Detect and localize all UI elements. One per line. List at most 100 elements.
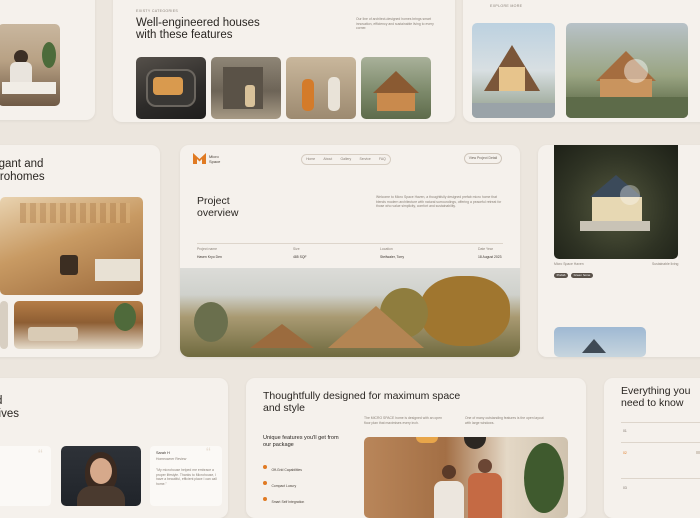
feature-item: Smart Self Integration [263, 490, 304, 508]
cabin-render-image[interactable] [554, 145, 678, 259]
nav-home[interactable]: Home [306, 157, 315, 162]
woman-with-plans-image [0, 24, 60, 106]
feature-label: Compact Luxury [271, 484, 297, 488]
person-body [468, 473, 502, 518]
meta-size: Size 485 SQF [293, 247, 307, 259]
portrait-face [90, 458, 112, 484]
workers-image[interactable] [286, 57, 356, 119]
meta-label: Date Year [478, 247, 493, 251]
card-microhomes: Elegant and Microhomes [0, 145, 160, 357]
brand-name: Micro Space [209, 154, 221, 165]
meta-value: Steifwaler, Torry [380, 254, 405, 259]
feature-label: Smart Self Integration [271, 500, 305, 504]
faq-item-number[interactable]: 03 [623, 486, 627, 490]
wooden-cabin-image[interactable] [361, 57, 431, 119]
blueprint-sheet [2, 82, 56, 94]
microhomes-heading: Elegant and Microhomes [0, 158, 45, 183]
meta-value: 18 August 2023 [478, 254, 502, 259]
faq-divider [621, 478, 700, 479]
tree-right [420, 276, 510, 346]
meta-project-name: Project name Haven Kryo Den [197, 247, 222, 259]
feature-dot-icon [263, 496, 267, 501]
nav-about[interactable]: About [323, 157, 332, 162]
section-blurb: Our line of architect-designed homes bri… [356, 17, 434, 31]
a-frame-house-image[interactable] [472, 23, 555, 118]
features-title: Unique features you'll get from our pack… [263, 435, 339, 448]
render-caption-left: Micro Space Haven [554, 262, 584, 266]
section-eyebrow: EXISTY CATEGORIES [136, 9, 179, 13]
card-cabin-render: Micro Space Haven Sustainable living Pre… [538, 145, 700, 357]
top-nav: Home About Gallery Service FAQ [301, 154, 391, 165]
logo-mark-icon [193, 153, 206, 164]
faq-divider [621, 442, 700, 443]
meta-location: Location Steifwaler, Torry [380, 247, 404, 259]
quote-mark-icon: “ [38, 446, 43, 462]
plant [524, 443, 564, 513]
meta-label: Project name [197, 247, 217, 251]
cabin-roof-right [328, 306, 424, 348]
aframe-sky-image[interactable] [554, 327, 646, 357]
lives-heading-line1: d [0, 395, 2, 407]
person-body [10, 62, 32, 84]
quote-card-left: “ [0, 446, 51, 506]
nav-gallery[interactable]: Gallery [341, 157, 352, 162]
reviewer-portrait [61, 446, 141, 506]
person-head [442, 465, 456, 479]
pod-house-image[interactable] [136, 57, 206, 119]
interior-people-image[interactable] [364, 437, 568, 518]
card-features: EXISTY CATEGORIES Well-engineered houses… [113, 0, 455, 122]
building-site-image[interactable] [211, 57, 281, 119]
feature-dot-icon [263, 464, 267, 469]
feature-label: Off-Grid Capabilities [271, 468, 302, 472]
faq-answer-preview [696, 451, 700, 454]
section-heading: Well-engineered houses with these featur… [136, 17, 260, 41]
card-lifestyle [0, 0, 95, 120]
cabin-in-forest-image[interactable] [566, 23, 688, 118]
portrait-shoulders [77, 486, 125, 506]
review-card: Sarah H Homeowner Review "My microhouse … [150, 444, 222, 506]
interior-dining-image[interactable] [0, 301, 8, 349]
plant [42, 42, 56, 68]
meta-value: Haven Kryo Den [197, 254, 222, 259]
meta-label: Size [293, 247, 300, 251]
faq-divider [621, 422, 700, 423]
card-faq: Everything you need to know 01 02 03 [604, 378, 700, 518]
meta-date: Date Year 18 August 2023 [478, 247, 502, 259]
meta-divider [197, 243, 503, 244]
project-title: Project overview [197, 195, 239, 219]
lives-heading-line2: lives [0, 408, 20, 420]
design-intro: The MICRO SPACE home is designed with an… [364, 416, 442, 425]
explore-eyebrow: EXPLORE MORE [490, 4, 523, 8]
living-room-image[interactable] [14, 301, 143, 349]
cabin-roof-left [250, 324, 314, 348]
project-intro: Welcome to Micro Space Haven, a thoughtf… [376, 195, 502, 209]
card-design: Thoughtfully designed for maximum space … [246, 378, 586, 518]
person-head [478, 459, 492, 473]
card-explore: EXPLORE MORE [463, 0, 700, 122]
nav-faq[interactable]: FAQ [379, 157, 386, 162]
reviewer-name: Sarah H [156, 451, 170, 455]
brand-logo[interactable] [193, 152, 206, 165]
interior-kitchen-image[interactable] [0, 197, 143, 295]
nav-service[interactable]: Service [359, 157, 370, 162]
meta-value: 485 SQF [293, 254, 307, 259]
tree-left [194, 302, 228, 342]
design-aside: One of many outstanding features is the … [465, 416, 544, 425]
pendant-lamp [464, 437, 486, 449]
meta-label: Location [380, 247, 393, 251]
tag-prefab[interactable]: Prefab [554, 273, 568, 278]
pendant-lamp [416, 437, 438, 443]
faq-item-number[interactable]: 02 [623, 451, 627, 455]
tag-green-home[interactable]: Green home [571, 273, 593, 278]
quote-mark-icon: “ [206, 444, 211, 460]
faq-item-number[interactable]: 01 [623, 429, 627, 433]
design-heading: Thoughtfully designed for maximum space … [263, 390, 461, 414]
hero-cabin-image [180, 268, 520, 357]
feature-dot-icon [263, 480, 267, 485]
reviewer-role: Homeowner Review [156, 457, 187, 461]
card-project-overview: Micro Space Home About Gallery Service F… [180, 145, 520, 357]
review-quote: "My microhouse helped me embrace a prope… [156, 468, 217, 486]
render-caption-right: Sustainable living [652, 262, 679, 266]
view-detail-button[interactable]: View Project Detail [464, 153, 502, 164]
faq-heading: Everything you need to know [621, 385, 691, 409]
